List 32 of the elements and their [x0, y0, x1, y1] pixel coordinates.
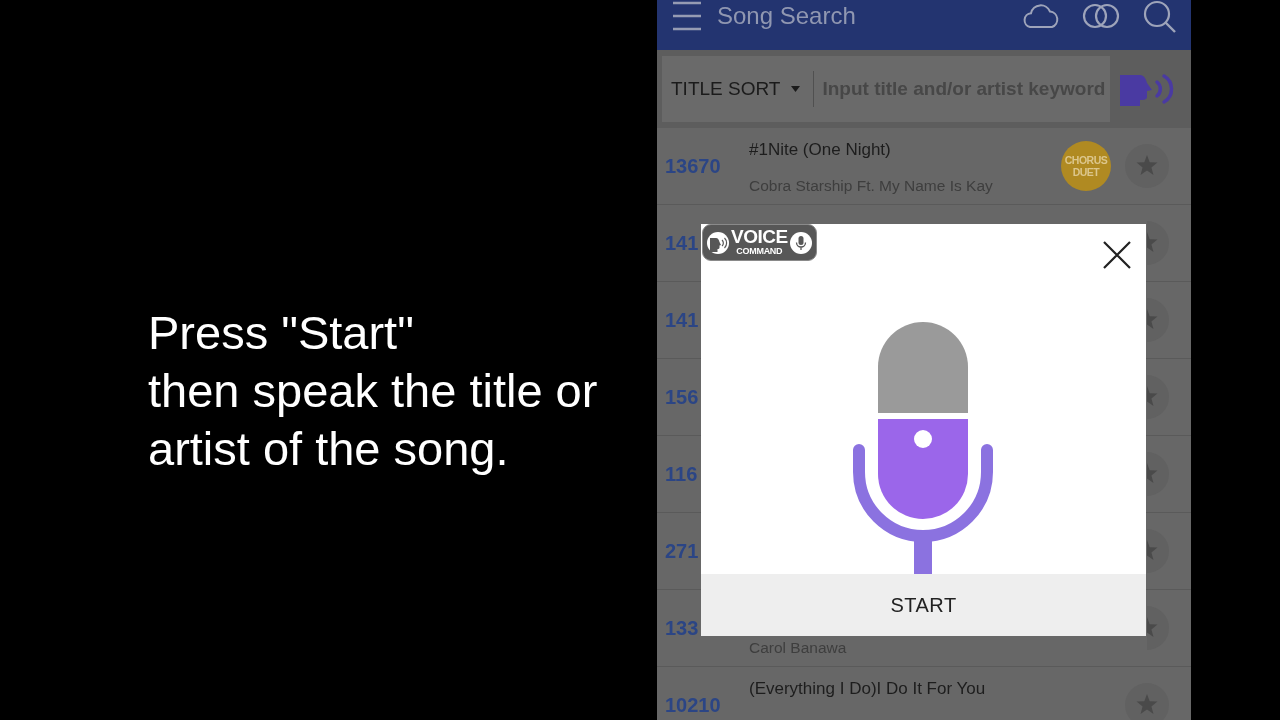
instruction-text: Press "Start" then speak the title or artist of the song. — [148, 305, 599, 477]
command-label: COMMAND — [736, 246, 783, 257]
linked-rings-icon[interactable] — [1082, 3, 1120, 29]
star-icon[interactable] — [1147, 529, 1169, 573]
close-icon — [1103, 241, 1131, 269]
song-number: 116 — [664, 463, 698, 485]
song-number: 271 — [664, 540, 699, 562]
app-title: Song Search — [717, 1, 857, 31]
star-icon[interactable] — [1147, 298, 1169, 342]
song-number: 156 — [664, 386, 699, 408]
search-icon[interactable] — [1143, 0, 1176, 33]
song-number: 141 — [664, 309, 699, 331]
star-icon[interactable] — [1147, 606, 1169, 650]
song-title: (Everything I Do)I Do It For You — [749, 679, 986, 699]
menu-icon[interactable] — [673, 1, 701, 31]
song-number: 133 — [664, 617, 699, 639]
song-title: #1Nite (One Night) — [749, 140, 891, 160]
close-button[interactable] — [1103, 241, 1131, 269]
speaking-head-icon — [707, 231, 729, 254]
cloud-icon[interactable] — [1021, 3, 1061, 29]
star-icon[interactable] — [1147, 452, 1169, 496]
song-number: 10210 — [664, 694, 721, 716]
star-icon[interactable] — [1147, 221, 1169, 265]
song-number: 141 — [664, 232, 699, 254]
start-button[interactable]: START — [701, 574, 1146, 636]
song-number: 13670 — [664, 155, 721, 177]
caret-icon — [791, 86, 801, 92]
star-icon[interactable] — [1147, 375, 1169, 419]
song-tag: CHORUS DUET — [1061, 141, 1111, 191]
microphone-icon — [789, 231, 812, 254]
star-icon[interactable] — [1125, 683, 1169, 720]
voice-label: VOICE — [731, 228, 788, 246]
